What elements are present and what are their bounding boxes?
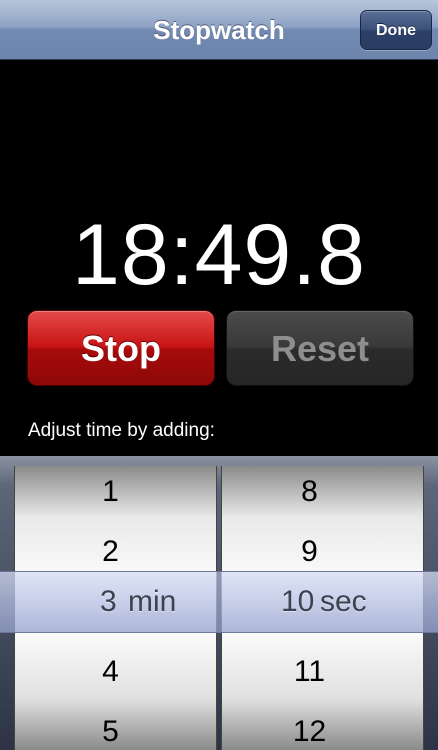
selected-minutes-value[interactable]: 3 bbox=[100, 572, 117, 632]
done-button[interactable]: Done bbox=[360, 10, 432, 50]
minutes-option[interactable]: 2 bbox=[15, 532, 216, 572]
picker-selection-indicator: 3 min 10 sec bbox=[0, 571, 438, 633]
wheel-divider bbox=[217, 572, 221, 632]
navigation-bar: Stopwatch Done bbox=[0, 0, 438, 60]
seconds-option[interactable]: 8 bbox=[222, 472, 423, 512]
stop-button[interactable]: Stop bbox=[27, 310, 215, 386]
seconds-option[interactable]: 9 bbox=[222, 532, 423, 572]
seconds-option[interactable]: 11 bbox=[222, 652, 423, 692]
minutes-option[interactable]: 1 bbox=[15, 472, 216, 512]
minutes-option[interactable]: 5 bbox=[15, 712, 216, 750]
reset-button[interactable]: Reset bbox=[226, 310, 414, 386]
seconds-option[interactable]: 12 bbox=[222, 712, 423, 750]
seconds-unit-label: sec bbox=[320, 585, 367, 618]
minutes-option[interactable]: 4 bbox=[15, 652, 216, 692]
minutes-unit-label: min bbox=[128, 585, 177, 618]
selected-seconds-value[interactable]: 10 bbox=[281, 572, 314, 632]
elapsed-time-display: 18:49.8 bbox=[72, 207, 366, 303]
adjust-time-label: Adjust time by adding: bbox=[28, 420, 215, 441]
